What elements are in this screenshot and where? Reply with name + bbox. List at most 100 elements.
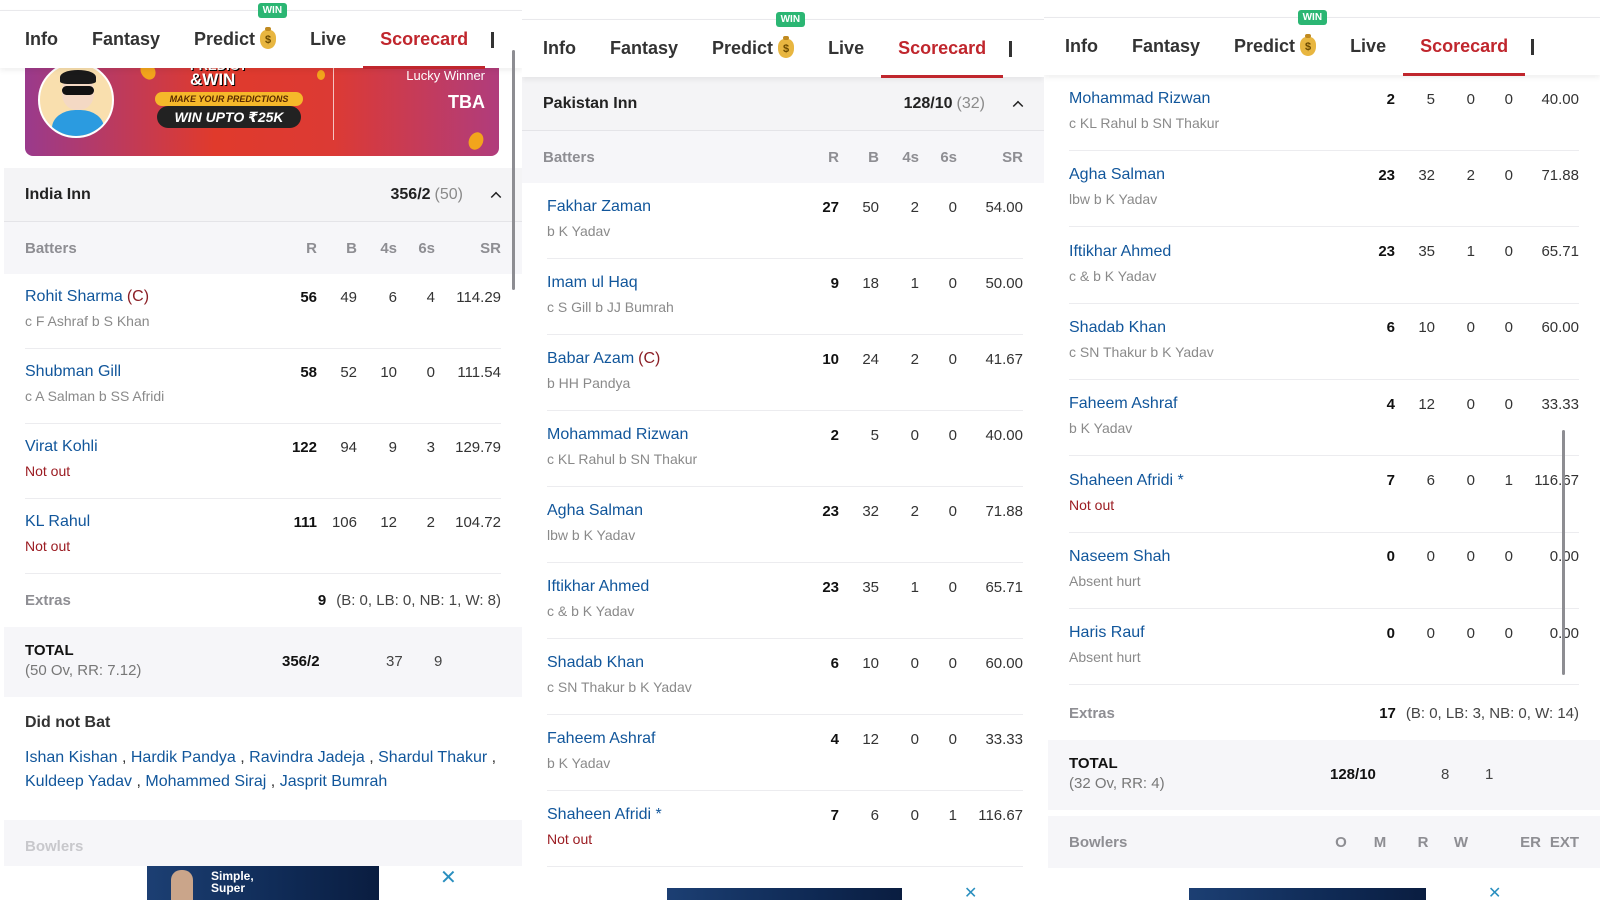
money-bag-icon: $ bbox=[778, 36, 795, 58]
batter-name[interactable]: Mohammad Rizwan bbox=[547, 426, 805, 444]
predict-win-banner[interactable]: PREDICT&WIN MAKE YOUR PREDICTIONS WIN UP… bbox=[25, 56, 499, 156]
tab-predict[interactable]: Predict $ WIN bbox=[177, 3, 293, 68]
tab-label: Predict bbox=[194, 29, 256, 49]
tab-live[interactable]: Live bbox=[1333, 18, 1403, 75]
ad-banner[interactable]: ✕ bbox=[1044, 884, 1600, 900]
scrollbar[interactable] bbox=[1562, 430, 1565, 675]
did-not-bat-player[interactable]: Jasprit Bumrah bbox=[280, 773, 388, 790]
tab-predict[interactable]: Predict $ WIN bbox=[695, 12, 811, 77]
batter-name[interactable]: Babar Azam (C) bbox=[547, 350, 805, 368]
tab-info[interactable]: Info bbox=[0, 11, 75, 68]
scrollbar[interactable] bbox=[512, 50, 515, 290]
batter-name[interactable]: Iftikhar Ahmed bbox=[1069, 243, 1361, 261]
batter-name[interactable]: Imam ul Haq bbox=[547, 274, 805, 292]
close-icon[interactable]: ✕ bbox=[440, 868, 457, 888]
tab-scorecard[interactable]: Scorecard bbox=[1403, 18, 1526, 76]
batter-row[interactable]: Haris Rauf 0 0 0 0 0.00 Absent hurt bbox=[1069, 610, 1579, 686]
batter-name[interactable]: Shadab Khan bbox=[547, 654, 805, 672]
batter-row[interactable]: Shadab Khan 6 10 0 0 60.00 c SN Thakur b… bbox=[547, 640, 1023, 715]
ad-image[interactable]: Simple, Super bbox=[147, 866, 379, 900]
close-icon[interactable]: ✕ bbox=[964, 884, 977, 900]
ad-image[interactable] bbox=[667, 888, 902, 900]
tab-fantasy[interactable]: Fantasy bbox=[75, 11, 177, 68]
tab-fantasy[interactable]: Fantasy bbox=[1115, 18, 1217, 75]
batter-row[interactable]: Shadab Khan 6 10 0 0 60.00 c SN Thakur b… bbox=[1069, 305, 1579, 380]
batter-row[interactable]: Iftikhar Ahmed 23 35 1 0 65.71 c & b K Y… bbox=[1069, 229, 1579, 304]
batter-balls: 35 bbox=[1418, 243, 1435, 261]
batter-name[interactable]: Haris Rauf bbox=[1069, 624, 1361, 642]
batter-strike-rate: 116.67 bbox=[1534, 472, 1579, 489]
batter-name[interactable]: Shubman Gill bbox=[25, 363, 283, 381]
batter-name[interactable]: Shadab Khan bbox=[1069, 319, 1361, 337]
batter-row[interactable]: Faheem Ashraf 4 12 0 0 33.33 b K Yadav bbox=[547, 716, 1023, 791]
batter-row[interactable]: Virat Kohli 122 94 9 3 129.79 Not out bbox=[25, 424, 501, 499]
batter-name[interactable]: Shaheen Afridi * bbox=[1069, 472, 1361, 490]
coin-icon bbox=[317, 70, 325, 80]
chevron-up-icon[interactable] bbox=[490, 191, 502, 203]
batter-name[interactable]: Mohammad Rizwan bbox=[1069, 90, 1361, 108]
batter-name[interactable]: Shaheen Afridi * bbox=[547, 806, 805, 824]
did-not-bat-player[interactable]: Ishan Kishan bbox=[25, 749, 118, 766]
batter-row[interactable]: Mohammad Rizwan 2 5 0 0 40.00 c KL Rahul… bbox=[547, 412, 1023, 487]
batter-balls: 5 bbox=[1426, 90, 1435, 108]
batter-name[interactable]: Faheem Ashraf bbox=[547, 730, 805, 748]
batter-name[interactable]: KL Rahul bbox=[25, 513, 283, 531]
tab-predict[interactable]: Predict $ WIN bbox=[1217, 10, 1333, 75]
chevron-up-icon[interactable] bbox=[1012, 100, 1024, 112]
batter-row[interactable]: Mohammad Rizwan 2 5 0 0 40.00 c KL Rahul… bbox=[1069, 76, 1579, 151]
batter-name[interactable]: Iftikhar Ahmed bbox=[547, 578, 805, 596]
did-not-bat-player[interactable]: Shardul Thakur bbox=[378, 749, 487, 766]
tab-label: Scorecard bbox=[898, 38, 987, 58]
batter-runs: 23 bbox=[822, 502, 839, 520]
batter-row[interactable]: Agha Salman 23 32 2 0 71.88 lbw b K Yada… bbox=[1069, 152, 1579, 228]
innings-header[interactable]: Pakistan Inn 128/10 (32) bbox=[522, 77, 1044, 131]
batter-row[interactable]: Shaheen Afridi * 7 6 0 1 116.67 Not out bbox=[547, 792, 1023, 867]
batter-row[interactable]: Iftikhar Ahmed 23 35 1 0 65.71 c & b K Y… bbox=[547, 564, 1023, 639]
tab-scorecard[interactable]: Scorecard bbox=[363, 11, 486, 69]
batter-strike-rate: 41.67 bbox=[985, 350, 1023, 368]
banner-tagline: MAKE YOUR PREDICTIONS bbox=[155, 92, 303, 106]
batter-runs: 4 bbox=[830, 730, 839, 748]
batter-name[interactable]: Naseem Shah bbox=[1069, 548, 1361, 566]
dismissal-info: Not out bbox=[547, 831, 593, 847]
batter-name[interactable]: Agha Salman bbox=[1069, 166, 1361, 184]
did-not-bat-player[interactable]: Kuldeep Yadav bbox=[25, 773, 132, 790]
batter-row[interactable]: KL Rahul 111 106 12 2 104.72 Not out bbox=[25, 499, 501, 574]
batter-row[interactable]: Shubman Gill 58 52 10 0 111.54 c A Salma… bbox=[25, 349, 501, 424]
batter-row[interactable]: Imam ul Haq 9 18 1 0 50.00 c S Gill b JJ… bbox=[547, 260, 1023, 335]
batter-row[interactable]: Faheem Ashraf 4 12 0 0 33.33 b K Yadav bbox=[1069, 381, 1579, 457]
ad-banner[interactable]: ✕ bbox=[522, 884, 1044, 900]
batter-name[interactable]: Faheem Ashraf bbox=[1069, 395, 1361, 413]
tab-label: Live bbox=[310, 29, 347, 49]
innings-header[interactable]: India Inn 356/2 (50) bbox=[4, 168, 522, 222]
batter-balls: 0 bbox=[1426, 624, 1435, 642]
batter-row[interactable]: Naseem Shah 0 0 0 0 0.00 Absent hurt bbox=[1069, 534, 1579, 609]
tab-live[interactable]: Live bbox=[293, 11, 363, 68]
bowlers-label: Bowlers bbox=[1069, 833, 1128, 851]
batter-row[interactable]: Babar Azam (C) 10 24 2 0 41.67 b HH Pandy… bbox=[547, 336, 1023, 411]
ad-banner[interactable]: Simple, Super ✕ bbox=[0, 866, 522, 900]
batter-name[interactable]: Rohit Sharma (C) bbox=[25, 288, 283, 306]
ad-image[interactable] bbox=[1189, 888, 1426, 900]
did-not-bat-player[interactable]: Ravindra Jadeja bbox=[249, 749, 365, 766]
batter-row[interactable]: Agha Salman 23 32 2 0 71.88 lbw b K Yada… bbox=[547, 488, 1023, 563]
batter-row[interactable]: Fakhar Zaman 27 50 2 0 54.00 b K Yadav bbox=[547, 184, 1023, 259]
did-not-bat-player[interactable]: Hardik Pandya bbox=[131, 749, 236, 766]
batter-name[interactable]: Fakhar Zaman bbox=[547, 198, 805, 216]
batter-strike-rate: 65.71 bbox=[985, 578, 1023, 596]
batter-name[interactable]: Agha Salman bbox=[547, 502, 805, 520]
batter-runs: 23 bbox=[1378, 166, 1395, 184]
tab-live[interactable]: Live bbox=[811, 20, 881, 77]
close-icon[interactable]: ✕ bbox=[1488, 884, 1501, 900]
extras-label: Extras bbox=[1069, 704, 1115, 722]
batter-row[interactable]: Shaheen Afridi * 7 6 0 1 116.67 Not out bbox=[1069, 458, 1579, 533]
batter-runs: 7 bbox=[830, 806, 839, 824]
col-strike-rate: SR bbox=[480, 239, 501, 257]
tab-info[interactable]: Info bbox=[522, 20, 593, 77]
batter-row[interactable]: Rohit Sharma (C) 56 49 6 4 114.29 c F Ash… bbox=[25, 274, 501, 349]
tab-info[interactable]: Info bbox=[1044, 18, 1115, 75]
batter-name[interactable]: Virat Kohli bbox=[25, 438, 283, 456]
tab-fantasy[interactable]: Fantasy bbox=[593, 20, 695, 77]
tab-scorecard[interactable]: Scorecard bbox=[881, 20, 1004, 78]
did-not-bat-player[interactable]: Mohammed Siraj bbox=[145, 773, 266, 790]
